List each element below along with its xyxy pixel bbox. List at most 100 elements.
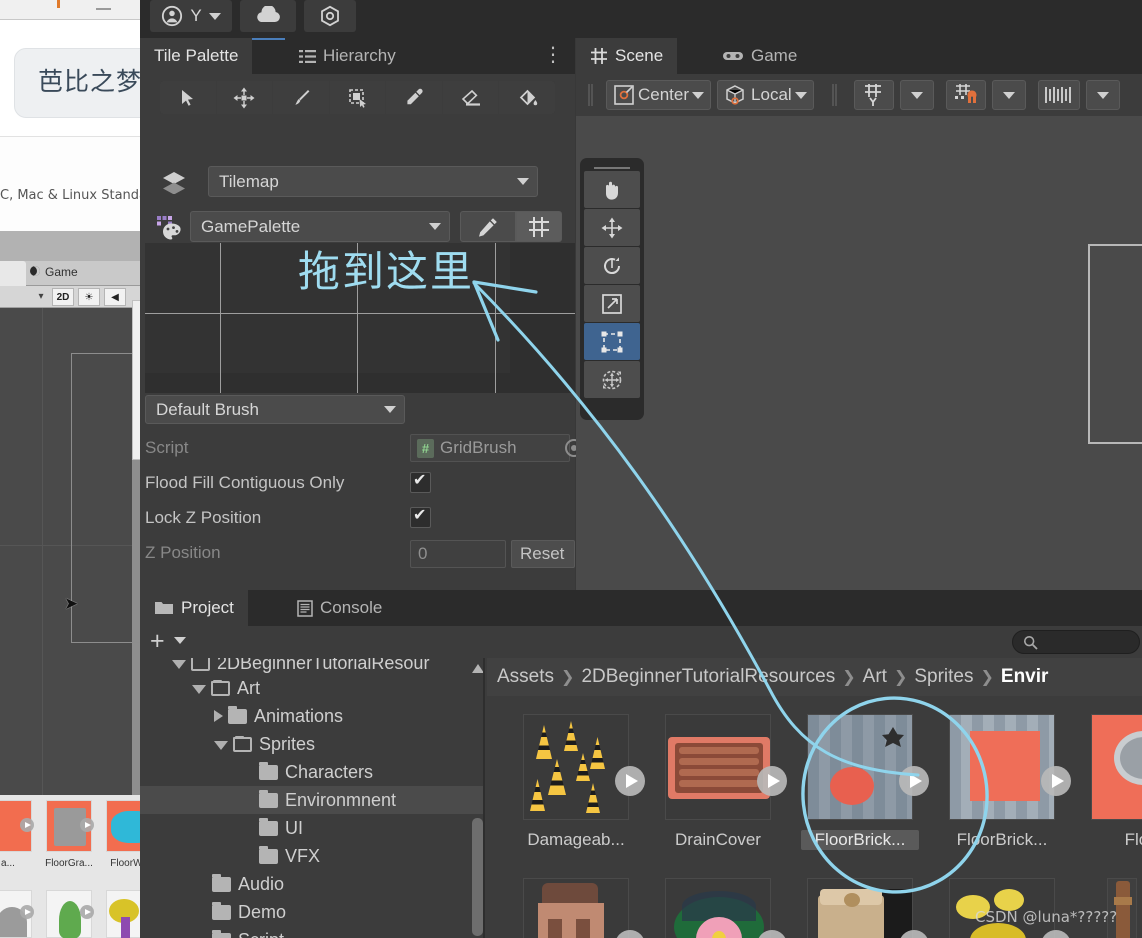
grid-snap-button[interactable] xyxy=(945,80,986,110)
breadcrumb-item[interactable]: 2DBeginnerTutorialResources xyxy=(581,666,835,688)
expand-triangle-icon[interactable] xyxy=(214,741,228,750)
lock-z-checkbox[interactable] xyxy=(410,505,431,528)
play-icon[interactable] xyxy=(899,766,929,796)
breadcrumb-item[interactable]: Sprites xyxy=(914,666,973,688)
tree-row[interactable]: Animations xyxy=(140,702,485,730)
tree-row[interactable]: Sprites xyxy=(140,730,485,758)
grid-size-button[interactable] xyxy=(1037,80,1080,110)
tab-scene[interactable]: Scene xyxy=(576,38,678,74)
overlay-drag-handle[interactable] xyxy=(594,167,630,169)
tree-row[interactable]: Demo xyxy=(140,898,485,926)
grid-axis-button[interactable] xyxy=(853,80,894,110)
edit-palette-button[interactable] xyxy=(460,211,516,242)
brush-dropdown[interactable]: Default Brush xyxy=(145,395,405,424)
tree-row[interactable]: Environmnent xyxy=(140,786,485,814)
play-icon[interactable] xyxy=(20,905,34,919)
tab-label: Scene xyxy=(615,46,664,65)
background-dropdown-caret[interactable]: ▾ xyxy=(38,288,44,306)
kebab-menu-icon[interactable]: ⋮ xyxy=(543,45,563,65)
folder-icon xyxy=(191,658,210,671)
play-icon[interactable] xyxy=(80,905,94,919)
search-input[interactable] xyxy=(1012,630,1140,654)
grid-axis-dropdown[interactable] xyxy=(899,80,934,110)
breadcrumb-item[interactable]: Assets xyxy=(497,666,554,688)
background-tab-game[interactable]: Game xyxy=(45,265,78,279)
select-tool[interactable] xyxy=(160,81,217,114)
palette-dropdown[interactable]: GamePalette xyxy=(190,211,450,242)
chevron-down-icon xyxy=(429,223,441,230)
scale-tool[interactable] xyxy=(584,285,640,322)
tree-row-label: VFX xyxy=(285,845,321,866)
background-titlebar xyxy=(0,0,145,20)
expand-triangle-icon[interactable] xyxy=(192,685,206,694)
tree-row[interactable]: UI xyxy=(140,814,485,842)
hand-tool[interactable] xyxy=(584,171,640,208)
play-icon[interactable] xyxy=(757,766,787,796)
tab-project[interactable]: Project xyxy=(140,590,248,626)
tab-tile-palette[interactable]: Tile Palette xyxy=(140,38,253,74)
services-button[interactable] xyxy=(304,0,356,32)
asset-label: Damageab... xyxy=(527,830,625,849)
cloud-button[interactable] xyxy=(240,0,296,32)
tree-row[interactable]: 2DBeginnerTutorialResour xyxy=(140,658,485,674)
tree-scrollbar[interactable] xyxy=(472,818,483,936)
play-icon[interactable] xyxy=(20,818,34,832)
tree-row[interactable]: Audio xyxy=(140,870,485,898)
breadcrumb-item[interactable]: Art xyxy=(863,666,887,688)
move-tool[interactable] xyxy=(584,209,640,246)
scene-grid-icon xyxy=(591,48,607,64)
scene-view[interactable] xyxy=(576,116,1142,590)
add-asset-button[interactable]: + xyxy=(150,628,165,654)
tree-row-label: Art xyxy=(237,677,261,698)
account-menu-button[interactable]: Y xyxy=(150,0,232,32)
play-icon[interactable] xyxy=(80,818,94,832)
background-audio-button[interactable]: ◀ xyxy=(104,288,126,306)
move-tool[interactable] xyxy=(216,81,274,114)
script-object-field[interactable]: # GridBrush xyxy=(410,434,570,462)
chevron-down-icon xyxy=(910,91,923,99)
palette-canvas[interactable] xyxy=(145,243,575,393)
grid-line xyxy=(145,313,575,314)
tree-row[interactable]: Art xyxy=(140,674,485,702)
picker-tool[interactable] xyxy=(386,81,443,114)
tree-row[interactable]: VFX xyxy=(140,842,485,870)
tab-game[interactable]: Game xyxy=(708,38,811,74)
expand-triangle-icon[interactable] xyxy=(214,710,223,722)
background-2d-button[interactable]: 2D xyxy=(52,288,74,306)
breadcrumb-item-current[interactable]: Envir xyxy=(1001,666,1049,688)
play-icon[interactable] xyxy=(1041,766,1071,796)
pivot-mode-button[interactable]: Center xyxy=(606,80,712,110)
fill-tool[interactable] xyxy=(499,81,556,114)
grid-size-dropdown[interactable] xyxy=(1085,80,1120,110)
tree-row[interactable]: Characters xyxy=(140,758,485,786)
tilemap-dropdown[interactable]: Tilemap xyxy=(208,166,538,197)
background-tab-active[interactable] xyxy=(0,261,26,286)
transform-tool[interactable] xyxy=(584,361,640,398)
play-icon[interactable] xyxy=(615,766,645,796)
reset-button[interactable]: Reset xyxy=(511,540,575,568)
grid-snap-dropdown[interactable] xyxy=(991,80,1026,110)
chevron-down-icon[interactable] xyxy=(174,637,186,644)
z-position-input[interactable]: 0 xyxy=(410,540,506,568)
tree-row[interactable]: Script xyxy=(140,926,485,938)
expand-triangle-icon[interactable] xyxy=(172,660,186,669)
rect-tool[interactable] xyxy=(584,323,640,360)
box-fill-tool[interactable] xyxy=(329,81,387,114)
tab-hierarchy[interactable]: Hierarchy xyxy=(285,38,410,74)
flood-fill-label: Flood Fill Contiguous Only xyxy=(145,473,345,492)
assets-grid[interactable]: Damageab... DrainCover FloorBrick... Flo… xyxy=(487,696,1142,938)
minimize-button[interactable]: — xyxy=(96,1,111,16)
background-grid-line xyxy=(42,308,43,795)
panel-divider[interactable] xyxy=(483,658,485,938)
pivot-rotation-button[interactable]: Local xyxy=(717,80,814,110)
project-toolbar: + xyxy=(140,626,1142,658)
grid-toggle-button[interactable] xyxy=(516,211,562,242)
pivot-rotation-label: Local xyxy=(751,85,792,104)
tab-console[interactable]: Console xyxy=(283,590,396,626)
flood-fill-checkbox[interactable] xyxy=(410,470,431,493)
background-light-button[interactable]: ☀ xyxy=(78,288,100,306)
eraser-tool[interactable] xyxy=(442,81,500,114)
paint-brush-tool[interactable] xyxy=(273,81,330,114)
project-folder-tree[interactable]: 2DBeginnerTutorialResour Art Animations … xyxy=(140,658,485,938)
rotate-tool[interactable] xyxy=(584,247,640,284)
